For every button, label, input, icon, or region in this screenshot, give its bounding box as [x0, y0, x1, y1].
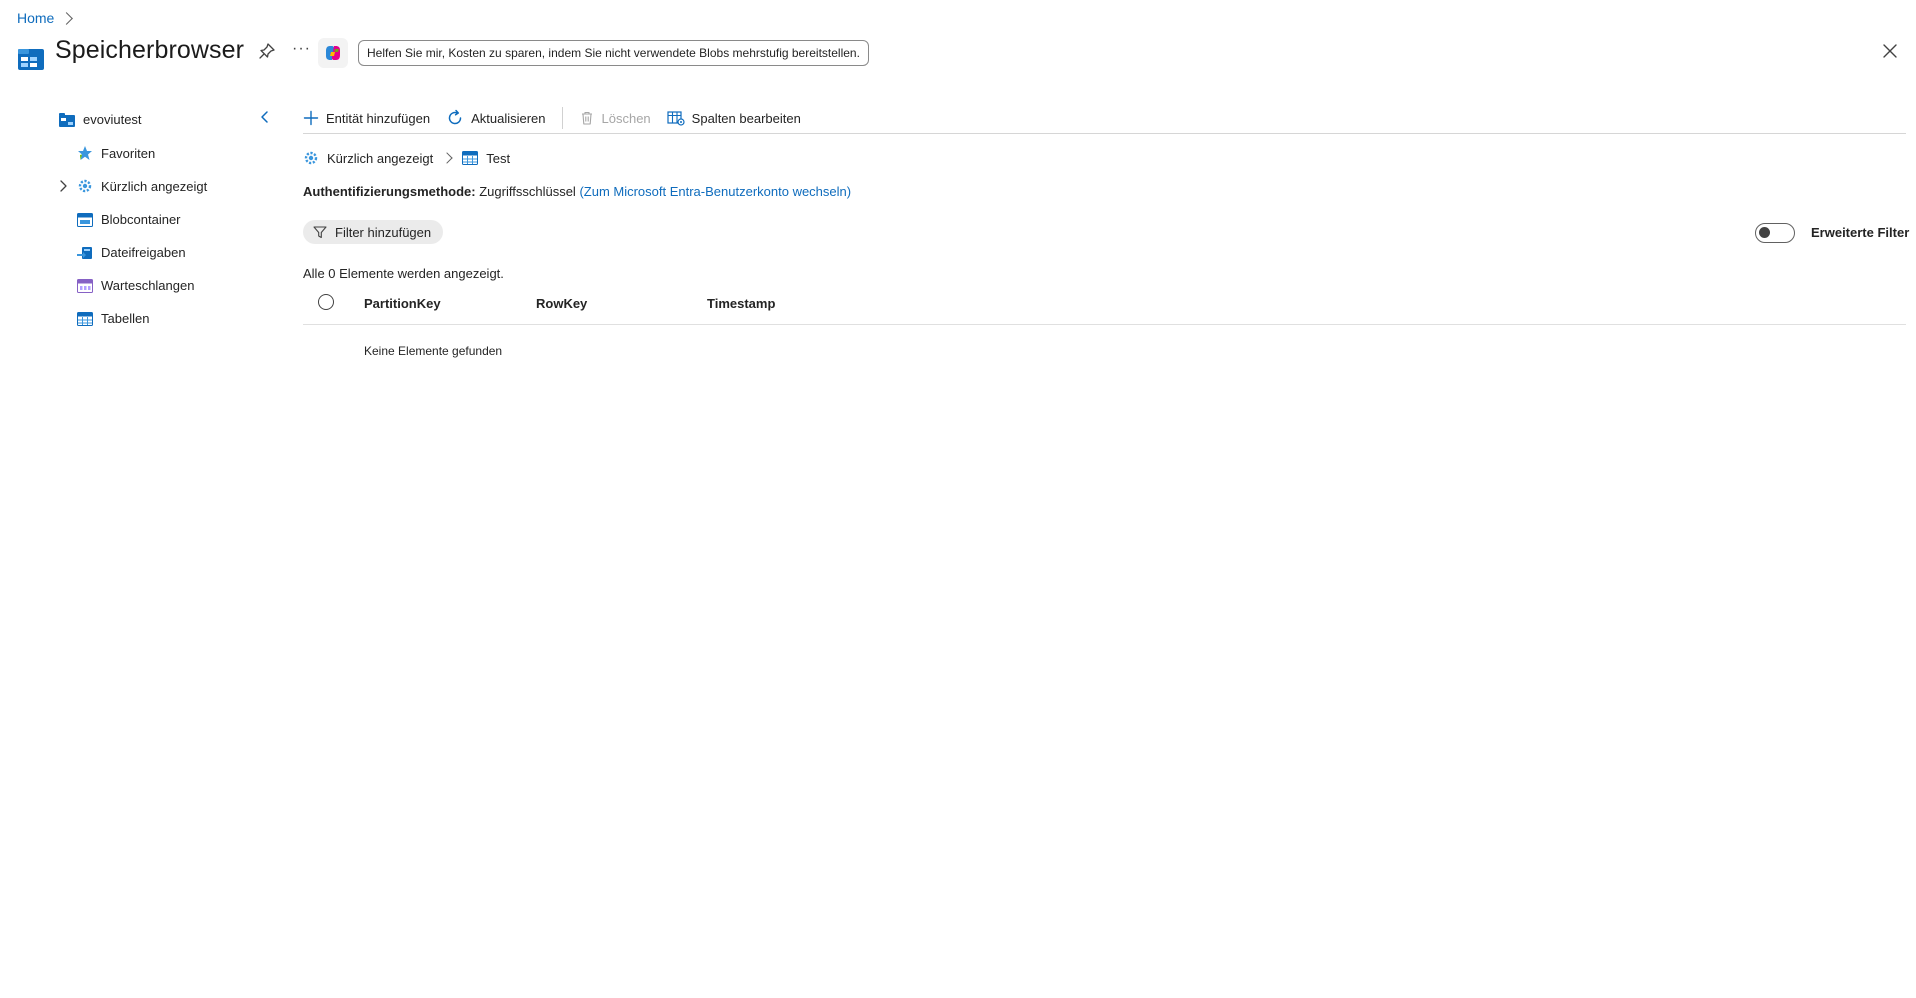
sidebar-item-file-shares[interactable]: Dateifreigaben — [77, 245, 186, 260]
auth-method-value: Zugriffsschlüssel — [479, 184, 576, 199]
storage-account-icon — [59, 112, 75, 127]
file-share-icon — [77, 246, 92, 259]
sidebar-item-favorites[interactable]: Favoriten — [77, 145, 155, 161]
column-header-timestamp[interactable]: Timestamp — [707, 296, 775, 311]
auth-method-row: Authentifizierungsmethode: Zugriffsschlü… — [303, 184, 851, 199]
storage-browser-icon — [18, 49, 44, 70]
column-header-rowkey[interactable]: RowKey — [536, 296, 587, 311]
chevron-right-icon — [441, 152, 453, 164]
add-filter-label: Filter hinzufügen — [335, 224, 432, 240]
more-options-button[interactable]: ··· — [292, 40, 311, 58]
edit-columns-icon — [667, 111, 685, 126]
sidebar-item-label: Kürzlich angezeigt — [101, 178, 208, 194]
delete-button[interactable]: Löschen — [579, 110, 651, 126]
path-current[interactable]: Test — [486, 151, 510, 166]
advanced-filter-label: Erweiterte Filter — [1811, 225, 1910, 240]
column-header-partitionkey[interactable]: PartitionKey — [364, 296, 441, 311]
breadcrumb: Home — [17, 10, 74, 26]
command-bar: Entität hinzufügen Aktualisieren Löschen… — [303, 106, 817, 130]
sidebar-item-blob-containers[interactable]: Blobcontainer — [77, 212, 181, 227]
star-icon — [78, 146, 92, 160]
gear-recent-icon — [78, 179, 92, 193]
add-entity-label: Entität hinzufügen — [326, 110, 431, 126]
refresh-button[interactable]: Aktualisieren — [446, 109, 546, 127]
edit-columns-button[interactable]: Spalten bearbeiten — [667, 110, 801, 126]
close-icon[interactable] — [1881, 42, 1899, 60]
copilot-button[interactable] — [318, 38, 348, 68]
path-recent-link[interactable]: Kürzlich angezeigt — [327, 151, 433, 166]
empty-state-text: Keine Elemente gefunden — [364, 344, 503, 358]
location-breadcrumb: Kürzlich angezeigt Test — [303, 150, 510, 166]
pin-icon[interactable] — [258, 42, 276, 60]
add-icon — [303, 110, 319, 126]
toggle-knob — [1759, 227, 1770, 238]
sidebar-item-queues[interactable]: Warteschlangen — [77, 278, 194, 293]
refresh-label: Aktualisieren — [471, 110, 546, 126]
gear-recent-icon — [304, 151, 318, 165]
sidebar-item-label: Tabellen — [101, 311, 150, 326]
delete-label: Löschen — [601, 110, 651, 126]
chevron-right-icon — [60, 11, 74, 25]
advanced-filter-toggle[interactable] — [1755, 223, 1795, 243]
item-count-text: Alle 0 Elemente werden angezeigt. — [303, 266, 504, 281]
delete-icon — [581, 111, 592, 125]
table-icon — [462, 151, 479, 165]
add-filter-button[interactable]: Filter hinzufügen — [303, 220, 444, 244]
sidebar-item-label: Blobcontainer — [101, 212, 181, 227]
auth-method-label: Authentifizierungsmethode: — [303, 184, 476, 199]
add-entity-button[interactable]: Entität hinzufügen — [303, 110, 430, 126]
command-bar-divider — [303, 133, 1906, 134]
collapse-sidebar-icon[interactable] — [258, 110, 272, 124]
sidebar-item-label: Dateifreigaben — [101, 245, 186, 260]
toolbar-divider — [561, 107, 563, 129]
select-all-radio[interactable] — [318, 294, 334, 310]
refresh-icon — [448, 109, 462, 125]
table-header-row: PartitionKey RowKey Timestamp — [303, 292, 1906, 325]
filter-icon — [313, 226, 327, 239]
sidebar-item-label: Warteschlangen — [101, 278, 195, 293]
copilot-suggestion-chip[interactable]: Helfen Sie mir, Kosten zu sparen, indem … — [358, 40, 869, 66]
queue-icon — [77, 278, 93, 293]
copilot-icon — [326, 46, 340, 60]
sidebar-item-tables[interactable]: Tabellen — [77, 311, 149, 326]
edit-columns-label: Spalten bearbeiten — [691, 110, 801, 126]
blob-container-icon — [77, 212, 93, 227]
breadcrumb-home-link[interactable]: Home — [17, 10, 54, 26]
chevron-right-icon[interactable] — [57, 179, 69, 193]
sidebar-account[interactable]: evoviutest — [59, 112, 142, 127]
page-title: Speicherbrowser — [55, 36, 245, 64]
sidebar-account-label: evoviutest — [83, 112, 142, 127]
switch-auth-link[interactable]: (Zum Microsoft Entra-Benutzerkonto wechs… — [579, 184, 851, 199]
sidebar-item-label: Favoriten — [101, 145, 156, 161]
sidebar-item-recent[interactable]: Kürzlich angezeigt — [57, 178, 207, 194]
table-icon — [77, 311, 93, 326]
